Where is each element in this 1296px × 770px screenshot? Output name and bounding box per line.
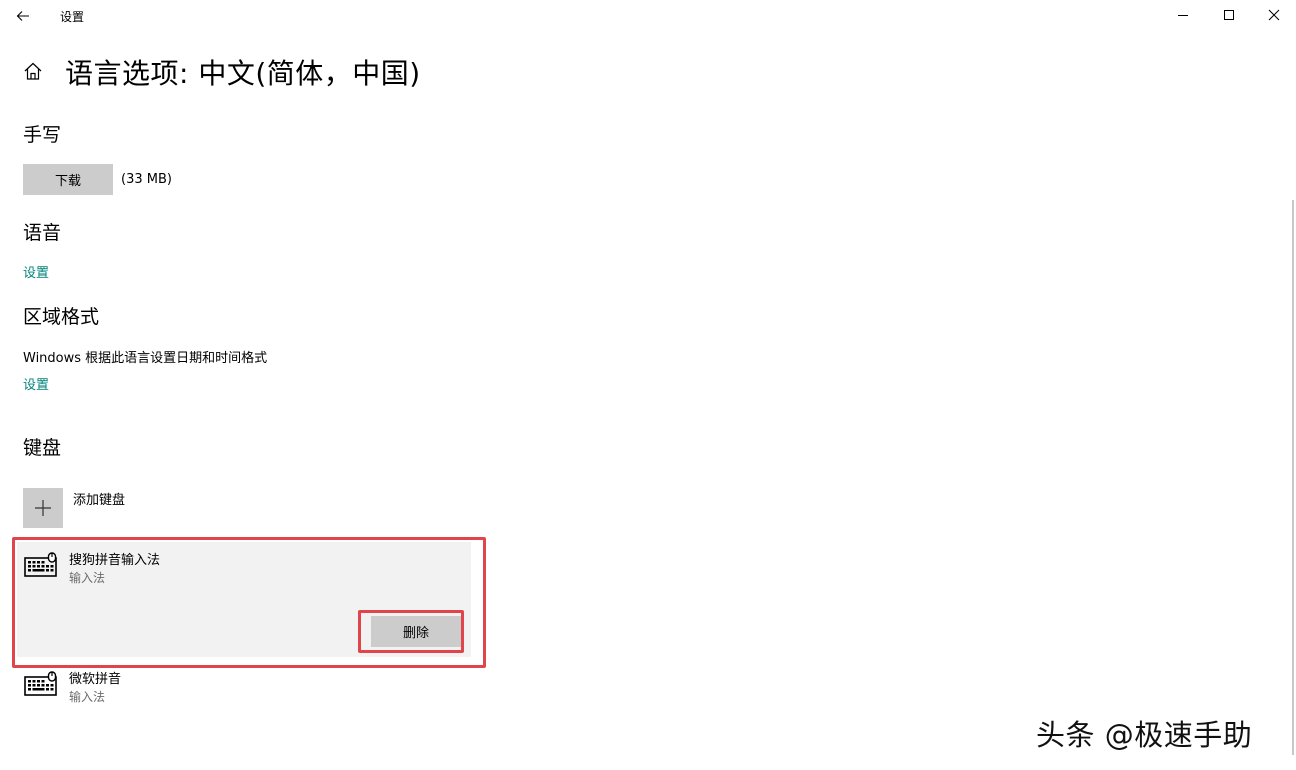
back-button[interactable] bbox=[8, 2, 38, 30]
page-title: 语言选项: 中文(简体，中国) bbox=[65, 57, 421, 90]
home-button[interactable] bbox=[22, 60, 44, 82]
download-size: (33 MB) bbox=[121, 172, 172, 187]
window-title: 设置 bbox=[60, 10, 85, 24]
region-format-heading: 区域格式 bbox=[23, 306, 100, 328]
close-icon bbox=[1268, 9, 1280, 21]
add-keyboard-button[interactable] bbox=[23, 488, 63, 528]
watermark-text: 头条 @极速手助 bbox=[1036, 718, 1253, 752]
keyboard-item-name: 微软拼音 bbox=[69, 672, 122, 687]
region-format-description: Windows 根据此语言设置日期和时间格式 bbox=[23, 351, 268, 366]
download-button[interactable]: 下载 bbox=[23, 164, 113, 195]
keyboard-icon bbox=[24, 671, 57, 696]
add-keyboard-label[interactable]: 添加键盘 bbox=[73, 489, 125, 508]
speech-settings-link[interactable]: 设置 bbox=[23, 262, 49, 281]
highlight-box-delete-button bbox=[358, 610, 464, 653]
speech-heading: 语音 bbox=[23, 222, 62, 244]
keyboard-heading: 键盘 bbox=[23, 437, 62, 459]
maximize-icon bbox=[1224, 10, 1234, 20]
handwriting-heading: 手写 bbox=[23, 124, 62, 146]
region-settings-link[interactable]: 设置 bbox=[23, 374, 49, 393]
minimize-icon bbox=[1178, 15, 1188, 16]
keyboard-item-subtitle: 输入法 bbox=[69, 690, 106, 704]
plus-icon bbox=[35, 500, 51, 516]
scrollbar[interactable] bbox=[1292, 200, 1294, 755]
close-button[interactable] bbox=[1251, 0, 1296, 30]
home-icon bbox=[24, 62, 42, 80]
maximize-button[interactable] bbox=[1206, 0, 1252, 30]
minimize-button[interactable] bbox=[1160, 0, 1206, 30]
title-bar: 设置 bbox=[0, 0, 1296, 32]
back-arrow-icon bbox=[16, 11, 29, 21]
